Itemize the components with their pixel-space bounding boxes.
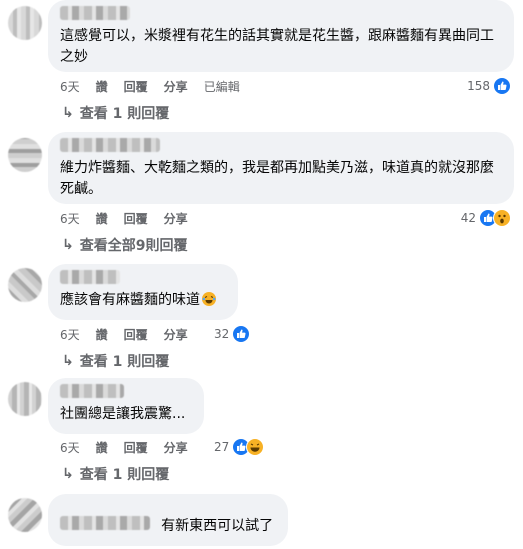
comment-bubble: 社團總是讓我震驚... xyxy=(48,378,204,434)
author-name[interactable] xyxy=(60,384,124,398)
share-button[interactable]: 分享 xyxy=(164,326,188,343)
comment-actions: 6天 讚 回覆 分享 已編輯 xyxy=(60,78,256,94)
reply-button[interactable]: 回覆 xyxy=(124,210,148,227)
author-name[interactable] xyxy=(60,270,120,284)
reaction-count: 158 xyxy=(467,79,490,93)
avatar[interactable] xyxy=(8,6,42,40)
comment-bubble: 應該會有麻醬麵的味道 xyxy=(48,264,238,320)
view-replies-label: 查看 1 則回覆 xyxy=(79,106,170,122)
like-button[interactable]: 讚 xyxy=(96,326,108,343)
comment-actions: 6天 讚 回覆 分享 xyxy=(60,326,204,342)
view-replies-link[interactable]: ↳ 查看 1 則回覆 xyxy=(62,104,169,122)
view-replies-link[interactable]: ↳ 查看全部9則回覆 xyxy=(62,236,187,254)
avatar[interactable] xyxy=(8,382,42,416)
comment-bubble: 維力炸醬麵、大乾麵之類的，我是都再加點美乃滋，味道真的就沒那麼死鹹。 xyxy=(48,132,514,204)
comment-text-body: 應該會有麻醬麵的味道 xyxy=(60,292,200,308)
edited-label: 已編輯 xyxy=(203,79,240,94)
reply-button[interactable]: 回覆 xyxy=(124,326,148,343)
avatar[interactable] xyxy=(8,138,42,172)
timestamp[interactable]: 6天 xyxy=(60,326,80,343)
comment-bubble: 這感覺可以，米漿裡有花生的話其實就是花生醬，跟麻醬麵有異曲同工之妙 xyxy=(48,0,514,72)
comment-text: 維力炸醬麵、大乾麵之類的，我是都再加點美乃滋，味道真的就沒那麼死鹹。 xyxy=(60,160,494,197)
timestamp[interactable]: 6天 xyxy=(60,78,80,95)
like-icon xyxy=(493,77,511,95)
timestamp[interactable]: 6天 xyxy=(60,439,80,456)
reply-arrow-icon: ↳ xyxy=(62,237,74,253)
avatar[interactable] xyxy=(8,498,42,532)
comment-text: 社團總是讓我震驚... xyxy=(60,406,186,422)
timestamp[interactable]: 6天 xyxy=(60,210,80,227)
comment-text: 這感覺可以，米漿裡有花生的話其實就是花生醬，跟麻醬麵有異曲同工之妙 xyxy=(60,28,494,65)
reaction-summary[interactable]: 32 xyxy=(214,325,251,343)
avatar[interactable] xyxy=(8,268,42,302)
reaction-summary[interactable]: 27 xyxy=(214,438,265,456)
like-button[interactable]: 讚 xyxy=(96,439,108,456)
like-button[interactable]: 讚 xyxy=(96,78,108,95)
like-button[interactable]: 讚 xyxy=(96,210,108,227)
comment-text: 有新東西可以試了 xyxy=(161,518,274,534)
reaction-summary[interactable]: 42 xyxy=(461,209,511,227)
view-replies-label: 查看 1 則回覆 xyxy=(79,467,170,483)
share-button[interactable]: 分享 xyxy=(164,439,188,456)
author-name[interactable] xyxy=(60,515,150,530)
author-name[interactable] xyxy=(60,138,160,152)
view-replies-link[interactable]: ↳ 查看 1 則回覆 xyxy=(62,352,169,370)
author-name[interactable] xyxy=(60,6,130,20)
wow-icon xyxy=(493,209,511,227)
like-icon xyxy=(232,325,251,343)
laughing-tears-emoji-icon xyxy=(202,292,216,306)
reaction-count: 32 xyxy=(214,327,230,341)
comment-actions: 6天 讚 回覆 分享 xyxy=(60,210,204,226)
comment-bubble: 有新東西可以試了 xyxy=(48,494,288,546)
reaction-summary[interactable]: 158 xyxy=(467,77,511,95)
reaction-count: 27 xyxy=(214,440,230,454)
view-replies-label: 查看全部9則回覆 xyxy=(79,238,188,254)
share-button[interactable]: 分享 xyxy=(164,78,188,95)
reaction-count: 42 xyxy=(460,211,476,225)
view-replies-label: 查看 1 則回覆 xyxy=(79,354,170,370)
reply-button[interactable]: 回覆 xyxy=(124,78,148,95)
reply-arrow-icon: ↳ xyxy=(62,105,74,121)
reply-arrow-icon: ↳ xyxy=(62,466,74,482)
reply-button[interactable]: 回覆 xyxy=(124,439,148,456)
haha-icon xyxy=(246,438,265,456)
view-replies-link[interactable]: ↳ 查看 1 則回覆 xyxy=(62,465,169,483)
reply-arrow-icon: ↳ xyxy=(62,353,74,369)
comment-text: 應該會有麻醬麵的味道 xyxy=(60,290,226,311)
comment-actions: 6天 讚 回覆 分享 xyxy=(60,439,204,455)
share-button[interactable]: 分享 xyxy=(164,210,188,227)
